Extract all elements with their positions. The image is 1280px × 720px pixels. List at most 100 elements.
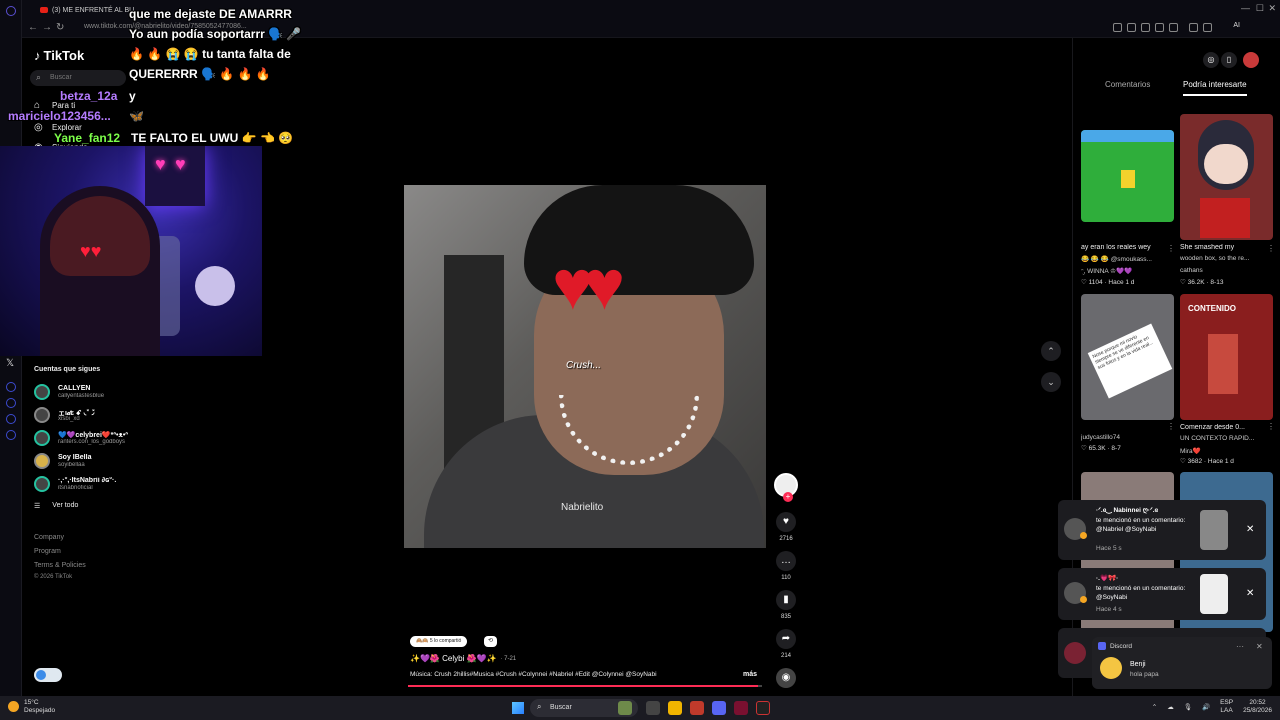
heart-icon[interactable] [1169,23,1178,32]
recommended-thumbnail[interactable]: CONTENIDO [1180,294,1273,420]
close-window-icon[interactable]: ✕ [1268,3,1276,14]
card-author[interactable]: Mira❤️ [1180,447,1272,455]
messenger-icon[interactable] [1189,23,1198,32]
card-author[interactable]: cathans [1180,267,1272,274]
following-account[interactable]: Soy IBella soyibellaa [34,453,134,471]
taskbar-app-icon[interactable] [756,701,770,715]
share-icon[interactable]: ➦ [776,629,796,649]
save-action[interactable]: ▮ 835 [776,590,796,620]
notification-toast[interactable]: ·.💗🎀· te mencionó en un comentario: @Soy… [1058,568,1266,620]
more-options-icon[interactable]: ⋮ [1267,244,1275,253]
chat-line: 🔥 🔥 😭 😭 tu tanta falta de [129,47,291,61]
like-action[interactable]: ♥ 2716 [776,512,796,542]
following-account[interactable]: CALLYEN callyentastesblue [34,384,134,402]
comment-icon[interactable]: … [776,551,796,571]
speaker-icon[interactable]: 🔊 [1202,703,1210,711]
notification-toast[interactable]: ·ᐟ.ɞ‿ Nabinnei ღ·ᐟ.ɞ te mencionó en un c… [1058,500,1266,560]
close-icon[interactable]: ✕ [1256,642,1263,651]
sidebar-app-icon[interactable] [6,414,16,424]
heart-icon[interactable]: ♥ [776,512,796,532]
more-button[interactable]: más [743,671,757,678]
footer-terms[interactable]: Terms & Policies [34,562,86,569]
maximize-icon[interactable]: ☐ [1256,3,1264,14]
sidebar-app-icon[interactable] [6,430,16,440]
more-options-icon[interactable]: ⋮ [1167,422,1175,431]
recommended-thumbnail[interactable] [1180,114,1273,240]
clock[interactable]: 20:52 25/8/2026 [1243,699,1272,715]
avatar [34,430,50,446]
author-name[interactable]: ✨💜🌺 Celybi 🌺💜✨ [410,654,496,663]
following-account[interactable]: ·‚·°,·ItsNabrii ∂ɢ°·. itsnabrioficial [34,476,134,494]
language-indicator[interactable]: ESP LAA [1220,699,1233,715]
minimize-icon[interactable]: — [1241,3,1250,13]
task-view-icon[interactable] [646,701,660,715]
puzzle-icon[interactable] [1203,23,1212,32]
more-options-icon[interactable]: ⋮ [1167,244,1175,253]
video-player[interactable]: ♥♥ Crush... Nabrielito [404,185,766,548]
get-app-toggle[interactable] [34,668,62,682]
author-line[interactable]: ✨💜🌺 Celybi 🌺💜✨ · 7-21 [410,654,516,663]
sidebar-app-icon[interactable] [6,382,16,392]
close-icon[interactable]: ✕ [1246,588,1254,599]
browser-taskbar-icon[interactable] [734,701,748,715]
browser-logo-icon[interactable] [6,6,16,16]
tab-youtube[interactable]: (3) ME ENFRENTÉ AL BU... [40,4,140,16]
card-caption[interactable]: Comenzar desde 0... [1180,424,1272,431]
card-author[interactable]: ᵔ̮, WINNA ♔💜💜 [1081,267,1173,275]
footer-program[interactable]: Program [34,548,61,555]
card-caption[interactable]: She smashed my [1180,244,1272,251]
following-account[interactable]: 💙💜celybrei❤️*ᐢ•ᴥ•ᐢ ranters.con_los_godbo… [34,430,134,448]
tiktok-logo[interactable]: ♪ TikTok [34,48,84,63]
save-count: 835 [780,614,791,620]
footer-company[interactable]: Company [34,534,64,541]
previous-video-button[interactable]: ⌃ [1041,341,1061,361]
tab-comments[interactable]: Comentarios [1105,80,1150,89]
phone-icon[interactable]: ▯ [1221,52,1237,68]
coin-icon[interactable]: ◎ [1203,52,1219,68]
following-account[interactable]: ェι𝒹ɛ ꗃ ◟̽◞̽ xisbi_xd [34,407,134,425]
music-disc-icon[interactable]: ◉ [776,668,796,688]
card-author[interactable]: judycastillo74 [1081,434,1173,441]
card-caption-2: UN CONTEXTO RÁPID... [1180,435,1255,442]
see-all-link[interactable]: ☰ Ver todo [34,502,78,510]
shield-icon[interactable] [1155,23,1164,32]
more-options-icon[interactable]: ··· [1236,642,1244,651]
creator-avatar[interactable]: + [774,473,798,502]
start-button[interactable] [512,702,524,714]
more-options-icon[interactable]: ⋮ [1267,422,1275,431]
weather-widget[interactable]: 15°C Despejado [8,699,55,715]
close-icon[interactable]: ✕ [1246,524,1254,535]
progress-bar[interactable] [408,685,762,687]
cloud-icon[interactable]: ☁ [1167,703,1174,711]
discord-notification[interactable]: Discord ··· ✕ Benji hola papa [1092,637,1272,689]
taskbar-app-icon[interactable] [690,701,704,715]
next-video-button[interactable]: ⌄ [1041,372,1061,392]
recommended-thumbnail[interactable]: Nose porque mi novio siempre se ve difer… [1081,294,1174,420]
comment-action[interactable]: … 110 [776,551,796,581]
extension-icon[interactable] [1127,23,1136,32]
share-action[interactable]: ➦ 214 [776,629,796,659]
recommended-thumbnail[interactable] [1081,130,1174,222]
follow-plus-icon[interactable]: + [783,492,793,502]
taskbar-app-icon[interactable] [618,701,632,715]
music-disc[interactable]: ◉ [776,668,796,688]
extension-icon[interactable] [1113,23,1122,32]
camera-icon[interactable] [1141,23,1150,32]
repost-chip[interactable]: ⟲ [484,636,497,647]
tab-might-like[interactable]: Podría interesarte [1183,80,1247,96]
back-icon[interactable]: ← [28,22,38,33]
reload-icon[interactable]: ↻ [56,22,64,33]
x-icon[interactable]: 𝕏 [6,358,14,369]
sidebar-app-icon[interactable] [6,398,16,408]
forward-icon[interactable]: → [42,22,52,33]
shared-chip[interactable]: 🙈🙉 5 lo compartió [410,636,468,647]
mic-icon[interactable]: 🎙 [1184,703,1192,711]
search-input[interactable]: ⌕ Buscar [30,70,126,86]
card-caption[interactable]: ay eran los reales wey [1081,244,1173,251]
file-explorer-icon[interactable] [668,701,682,715]
discord-taskbar-icon[interactable] [712,701,726,715]
chevron-up-icon[interactable]: ⌃ [1152,703,1157,711]
profile-avatar-icon[interactable] [1243,52,1259,68]
bookmark-icon[interactable]: ▮ [776,590,796,610]
ai-button[interactable]: AI [1233,22,1240,29]
